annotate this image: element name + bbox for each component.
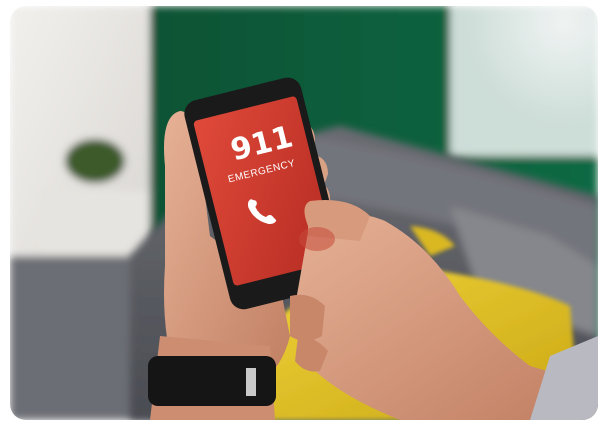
photo-frame: 911 EMERGENCY	[10, 6, 598, 420]
emergency-call-photo: 911 EMERGENCY	[10, 6, 598, 420]
wristwatch	[148, 356, 276, 406]
